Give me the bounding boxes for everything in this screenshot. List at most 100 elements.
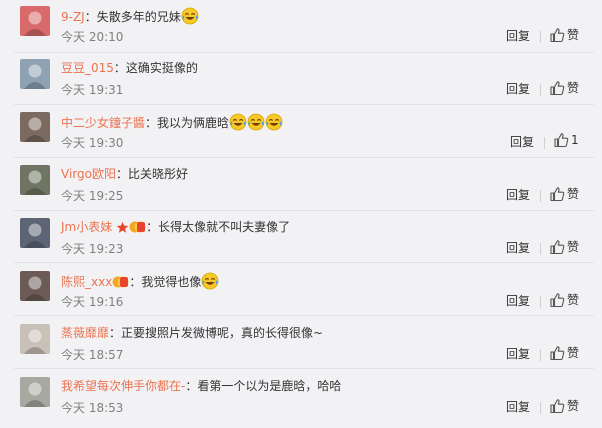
vip-badge-icon (129, 221, 146, 233)
laugh-cry-emoji-icon (229, 113, 247, 131)
divider (540, 402, 541, 414)
divider (14, 104, 594, 105)
comment-username[interactable]: 豆豆_015 (61, 61, 114, 75)
avatar[interactable] (20, 112, 50, 142)
thumbs-up-icon (549, 186, 565, 201)
laugh-cry-emoji-icon (201, 272, 219, 290)
laugh-cry-emoji-icon (181, 7, 199, 25)
like-button[interactable]: 1 (553, 132, 579, 150)
like-label: 赞 (567, 81, 580, 95)
laugh-cry-emoji-icon (247, 113, 265, 131)
like-button[interactable]: 赞 (549, 26, 579, 44)
avatar[interactable] (20, 218, 50, 248)
comment-item: 我希望每次伸手你都在-：看第一个以为是鹿晗，哈哈今天 18:53 回复 赞 (0, 375, 602, 428)
like-button[interactable]: 赞 (549, 79, 579, 97)
comment-time: 今天 19:30 (61, 136, 124, 150)
avatar[interactable] (20, 165, 50, 195)
comment-username[interactable]: 蒸薇靡靡 (61, 326, 109, 340)
comment-time: 今天 18:53 (61, 401, 124, 415)
thumbs-up-icon (549, 398, 565, 413)
comment-item: 豆豆_015：这确实挺像的今天 19:31 回复 赞 (0, 57, 602, 110)
divider (540, 190, 541, 202)
like-label: 赞 (567, 293, 580, 307)
comment-text: ：失散多年的兄妹 (84, 10, 181, 24)
divider (14, 157, 594, 158)
divider (540, 243, 541, 255)
comment-username[interactable]: 中二少女鐘子醬 (61, 116, 145, 130)
divider (544, 137, 545, 149)
divider (540, 31, 541, 43)
comment-time: 今天 19:25 (61, 189, 124, 203)
like-label: 赞 (567, 187, 580, 201)
avatar[interactable] (20, 6, 50, 36)
comment-text: ：正要搜照片发微博呢，真的长得很像~ (109, 326, 324, 340)
divider (540, 84, 541, 96)
comment-time: 今天 19:16 (61, 295, 124, 309)
divider (14, 52, 594, 53)
comment-line: 中二少女鐘子醬：我以为俩鹿晗 (61, 113, 522, 133)
thumbs-up-icon (549, 80, 565, 95)
thumbs-up-icon (553, 133, 569, 148)
comment-time: 今天 18:57 (61, 348, 124, 362)
comment-text: ：长得太像就不叫夫妻像了 (146, 220, 291, 234)
comment-item: Virgo欧阳：比关晓彤好今天 19:25 回复 赞 (0, 163, 602, 216)
comment-text: ：比关晓彤好 (115, 167, 188, 181)
thumbs-up-icon (549, 27, 565, 42)
star-icon (116, 221, 129, 233)
comment-username[interactable]: Virgo欧阳 (61, 167, 116, 181)
comment-line: Virgo欧阳：比关晓彤好 (61, 166, 522, 186)
divider (540, 296, 541, 308)
like-button[interactable]: 赞 (549, 238, 579, 256)
like-label: 赞 (567, 28, 580, 42)
comment-item: 中二少女鐘子醬：我以为俩鹿晗今天 19:30 回复 1 (0, 110, 602, 163)
divider (14, 315, 594, 316)
avatar[interactable] (20, 377, 50, 407)
like-button[interactable]: 赞 (549, 344, 579, 362)
comment-username[interactable]: Jm小表妹 (61, 220, 112, 234)
comment-line: 9-ZJ：失散多年的兄妹 (61, 7, 522, 27)
avatar[interactable] (20, 324, 50, 354)
thumbs-up-icon (549, 292, 565, 307)
reply-button[interactable]: 回复 (506, 346, 530, 362)
avatar[interactable] (20, 271, 50, 301)
like-label: 赞 (567, 240, 580, 254)
divider (14, 262, 594, 263)
divider (14, 368, 594, 369)
comment-line: Jm小表妹 ：长得太像就不叫夫妻像了 (61, 219, 522, 239)
avatar[interactable] (20, 59, 50, 89)
reply-button[interactable]: 回复 (506, 399, 530, 415)
comment-text: ：看第一个以为是鹿晗，哈哈 (185, 379, 342, 393)
comment-time: 今天 19:31 (61, 83, 124, 97)
comment-username[interactable]: 我希望每次伸手你都在- (61, 379, 185, 393)
reply-button[interactable]: 回复 (506, 240, 530, 256)
comment-text: ：这确实挺像的 (113, 61, 198, 75)
reply-button[interactable]: 回复 (510, 134, 534, 150)
comment-text: ：我觉得也像 (129, 275, 202, 289)
like-button[interactable]: 赞 (549, 185, 579, 203)
comment-text: ：我以为俩鹿晗 (145, 116, 230, 130)
laugh-cry-emoji-icon (265, 113, 283, 131)
comment-username[interactable]: 9-ZJ (61, 10, 85, 24)
comment-time: 今天 20:10 (61, 30, 124, 44)
comment-line: 我希望每次伸手你都在-：看第一个以为是鹿晗，哈哈 (61, 378, 522, 398)
comment-line: 陈熙_xxx ：我觉得也像 (61, 272, 522, 292)
reply-button[interactable]: 回复 (506, 81, 530, 97)
like-button[interactable]: 赞 (549, 291, 579, 309)
comment-item: 9-ZJ：失散多年的兄妹今天 20:10 回复 赞 (0, 4, 602, 57)
thumbs-up-icon (549, 239, 565, 254)
thumbs-up-icon (549, 345, 565, 360)
like-label: 赞 (567, 399, 580, 413)
comment-line: 豆豆_015：这确实挺像的 (61, 60, 522, 80)
like-button[interactable]: 赞 (549, 397, 579, 415)
like-label: 1 (571, 133, 579, 147)
comment-username[interactable]: 陈熙_xxx (61, 275, 112, 289)
comment-line: 蒸薇靡靡：正要搜照片发微博呢，真的长得很像~ (61, 325, 522, 345)
vip-badge-icon (112, 276, 129, 288)
like-label: 赞 (567, 346, 580, 360)
comment-time: 今天 19:23 (61, 242, 124, 256)
divider (540, 349, 541, 361)
reply-button[interactable]: 回复 (506, 28, 530, 44)
reply-button[interactable]: 回复 (506, 187, 530, 203)
divider (14, 210, 594, 211)
reply-button[interactable]: 回复 (506, 293, 530, 309)
